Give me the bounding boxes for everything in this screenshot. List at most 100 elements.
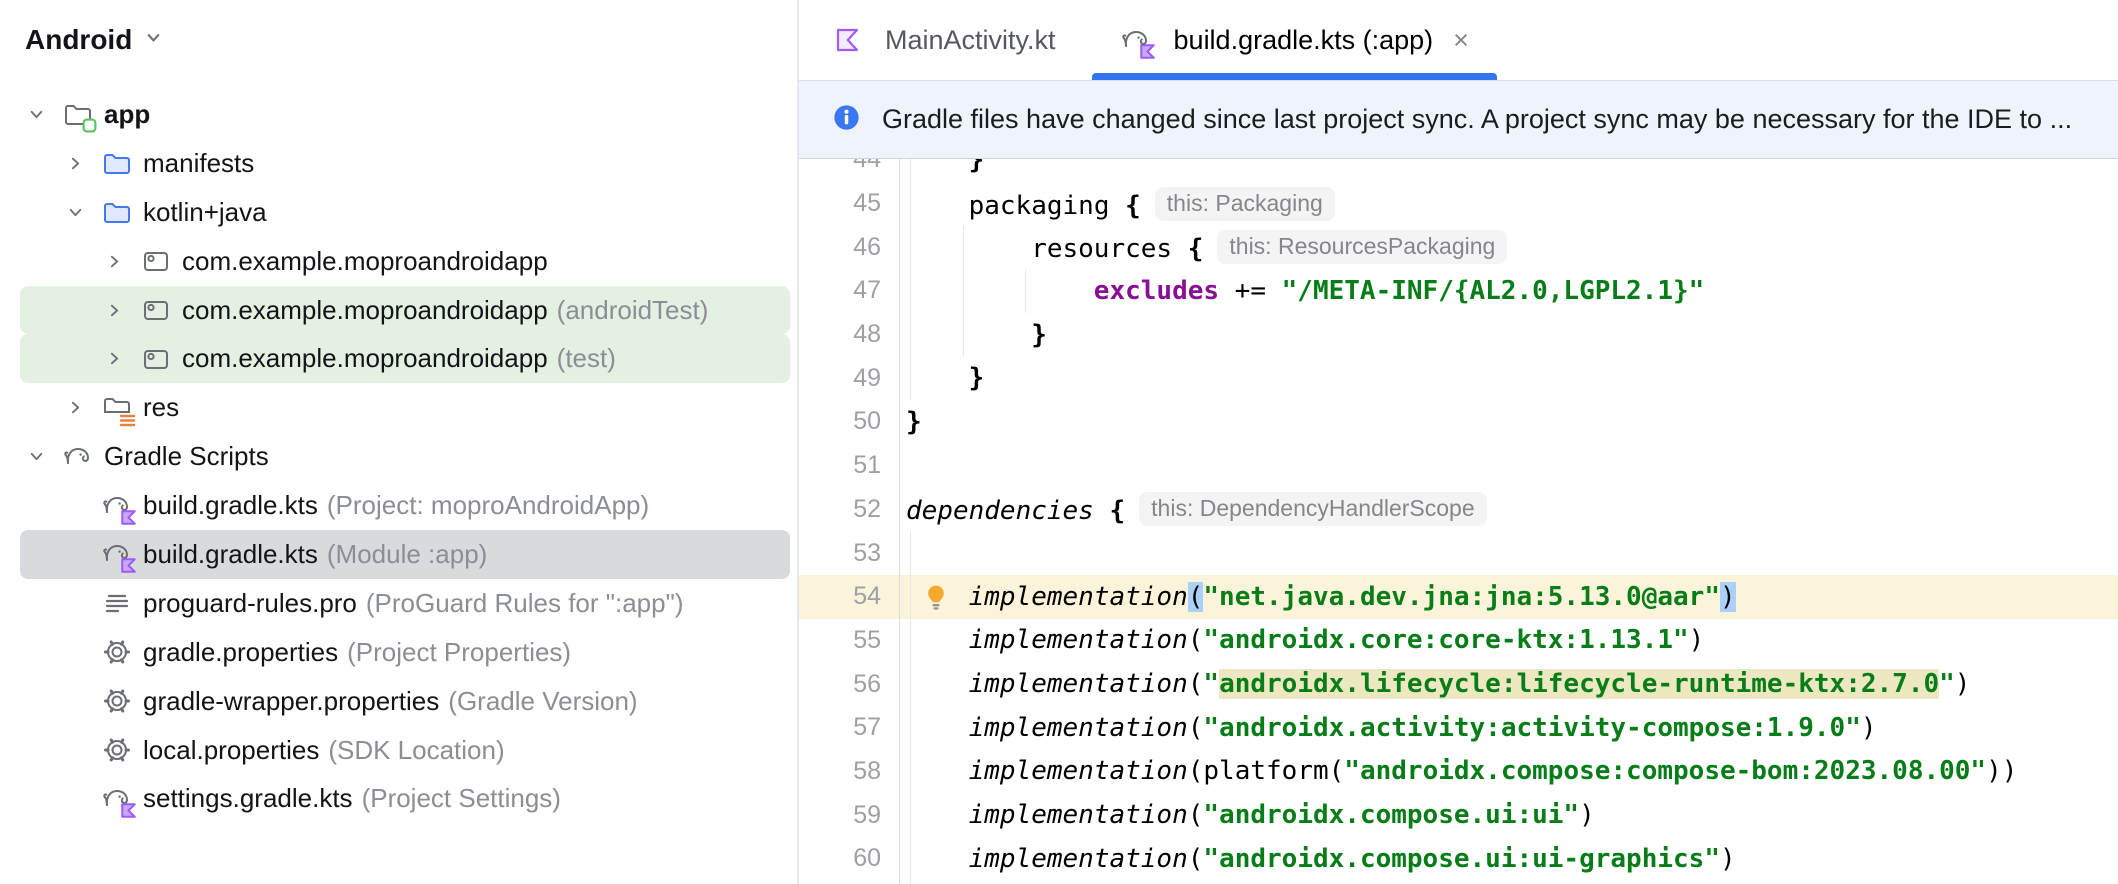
code-text: implementation(platform("androidx.compos…	[899, 756, 2018, 787]
tree-item-label: app	[104, 98, 151, 129]
chevron-right-icon[interactable]	[67, 155, 101, 172]
editor-tab-mainactivity-kt[interactable]: MainActivity.kt	[799, 0, 1088, 80]
gradle-icon	[62, 441, 94, 473]
code-token: implementation	[968, 581, 1188, 612]
chevron-down-icon[interactable]	[28, 106, 62, 123]
code-text: implementation("androidx.activity:activi…	[899, 713, 1877, 743]
code-line-51[interactable]: 51	[799, 444, 2118, 488]
code-line-55[interactable]: 55 implementation("androidx.core:core-ktx…	[799, 619, 2118, 663]
code-token: )	[1954, 669, 1971, 700]
gutter-separator	[899, 159, 900, 884]
chevron-down-icon[interactable]	[67, 204, 101, 221]
code-token: (platform(	[1187, 756, 1345, 787]
tree-item-gradle-scripts[interactable]: Gradle Scripts	[20, 432, 790, 481]
tree-item-label: build.gradle.kts	[143, 538, 318, 569]
tree-item-local-properties[interactable]: local.properties (SDK Location)	[20, 726, 790, 775]
code-text: }	[899, 363, 985, 394]
code-line-47[interactable]: 47 excludes += "/META-INF/{AL2.0,LGPL2.1}…	[799, 269, 2118, 313]
code-text: implementation("androidx.compose.ui:ui")	[899, 800, 1595, 830]
line-number: 50	[853, 407, 881, 436]
line-number: 49	[853, 363, 881, 392]
line-number: 48	[853, 320, 881, 349]
code-line-60[interactable]: 60 implementation("androidx.compose.ui:ui…	[799, 837, 2118, 881]
code-token: (	[1187, 625, 1204, 656]
code-editor[interactable]: 44} 45 packaging {this: Packaging 46 resourc…	[799, 159, 2118, 884]
tree-item-qualifier: (Project Settings)	[361, 783, 561, 814]
text-file-icon	[101, 587, 133, 619]
gradle-kts-icon	[101, 538, 136, 574]
code-token: implementation	[968, 712, 1188, 743]
code-token: "androidx.compose.ui:ui"	[1203, 800, 1580, 831]
code-text: dependencies {this: DependencyHandlerSco…	[899, 492, 1487, 527]
code-text: }	[899, 320, 1047, 350]
code-text: resources {this: ResourcesPackaging	[899, 230, 1508, 265]
code-token: packaging	[968, 190, 1126, 221]
code-line-57[interactable]: 57 implementation("androidx.activity:acti…	[799, 706, 2118, 750]
code-line-53[interactable]: 53	[799, 531, 2118, 575]
tree-item-qualifier: (SDK Location)	[328, 734, 505, 765]
gradle-kts-icon	[101, 783, 136, 818]
close-icon[interactable]: ×	[1453, 26, 1469, 54]
chevron-down-icon[interactable]	[28, 448, 62, 465]
code-line-56[interactable]: 56 implementation("androidx.lifecycle:lif…	[799, 662, 2118, 706]
banner-text: Gradle files have changed since last pro…	[882, 104, 2073, 134]
tree-item-settings-gradle-kts[interactable]: settings.gradle.kts (Project Settings)	[20, 774, 790, 823]
line-number: 54	[853, 582, 881, 611]
chevron-right-icon[interactable]	[106, 350, 140, 367]
code-line-45[interactable]: 45 packaging {this: Packaging	[799, 182, 2118, 226]
tree-item-manifests[interactable]: manifests	[20, 139, 790, 188]
code-line-58[interactable]: 58 implementation(platform("androidx.comp…	[799, 750, 2118, 794]
tree-item-label: com.example.moproandroidapp	[182, 343, 548, 374]
code-token: "androidx.core:core-ktx:1.13.1"	[1203, 625, 1689, 656]
code-line-44[interactable]: 44}	[799, 159, 2118, 182]
project-panel: Android app manifests kotlin+java com.examp…	[0, 0, 797, 884]
tree-item-com-example-moproandroidapp[interactable]: com.example.moproandroidapp (androidTest)	[20, 285, 790, 335]
gear-icon	[101, 685, 133, 717]
info-icon	[833, 104, 860, 136]
tree-item-label: settings.gradle.kts	[143, 783, 353, 814]
line-number: 55	[853, 625, 881, 654]
code-line-59[interactable]: 59 implementation("androidx.compose.ui:ui…	[799, 793, 2118, 837]
code-text: implementation("androidx.compose.ui:ui-g…	[899, 844, 1736, 874]
chevron-right-icon[interactable]	[67, 399, 101, 416]
tree-item-qualifier: (Project Properties)	[347, 636, 572, 667]
tree-item-kotlin-java[interactable]: kotlin+java	[20, 188, 790, 237]
code-token: "/META-INF/{AL2.0,LGPL2.1}"	[1281, 275, 1705, 306]
code-line-54[interactable]: 54 implementation("net.java.dev.jna:jna:5…	[799, 574, 2118, 619]
tree-item-gradle-wrapper-properties[interactable]: gradle-wrapper.properties (Gradle Version…	[20, 677, 790, 726]
editor-tab-build-gradle-kts-app-[interactable]: build.gradle.kts (:app) ×	[1088, 0, 1501, 80]
code-line-50[interactable]: 50}	[799, 400, 2118, 444]
line-number: 57	[853, 713, 881, 742]
code-text: packaging { this: Packaging	[899, 186, 1335, 221]
tree-item-com-example-moproandroidapp[interactable]: com.example.moproandroidapp (test)	[20, 334, 790, 384]
code-token: implementation	[968, 625, 1188, 656]
active-tab-underline	[1091, 73, 1497, 80]
tree-item-label: gradle-wrapper.properties	[143, 685, 440, 716]
code-token: {	[1125, 190, 1141, 221]
code-line-48[interactable]: 48}	[799, 313, 2118, 357]
tree-item-build-gradle-kts[interactable]: build.gradle.kts (Module :app)	[20, 530, 790, 579]
tree-item-build-gradle-kts[interactable]: build.gradle.kts (Project: moproAndroidAp…	[20, 481, 790, 530]
code-token: }	[968, 363, 985, 394]
tree-item-qualifier: (Gradle Version)	[448, 685, 638, 716]
tree-item-app[interactable]: app	[20, 90, 790, 139]
project-view-selector[interactable]: Android	[25, 24, 163, 56]
android-studio-window: Android app manifests kotlin+java com.examp…	[0, 0, 2118, 884]
inlay-hint-chip: this: Packaging	[1154, 186, 1335, 221]
chevron-right-icon[interactable]	[106, 253, 140, 270]
tree-item-proguard-rules-pro[interactable]: proguard-rules.pro (ProGuard Rules for ":…	[20, 579, 790, 628]
code-line-46[interactable]: 46 resources {this: ResourcesPackaging	[799, 225, 2118, 269]
tree-item-gradle-properties[interactable]: gradle.properties (Project Properties)	[20, 628, 790, 677]
code-token: (	[1187, 843, 1204, 874]
tree-item-com-example-moproandroidapp[interactable]: com.example.moproandroidapp	[20, 237, 790, 286]
project-tree: app manifests kotlin+java com.example.mopro…	[0, 90, 797, 823]
code-line-52[interactable]: 52 dependencies {this: DependencyHandlerS…	[799, 488, 2118, 532]
code-token: "androidx.activity:activity-compose:1.9.…	[1203, 712, 1861, 743]
code-token: excludes	[1093, 275, 1220, 306]
chevron-right-icon[interactable]	[106, 302, 140, 319]
code-line-49[interactable]: 49}	[799, 356, 2118, 400]
code-text: implementation("androidx.lifecycle:lifec…	[899, 669, 1971, 700]
line-number: 52	[853, 494, 881, 523]
tree-item-res[interactable]: res	[20, 383, 790, 432]
editor-tab-label: build.gradle.kts (:app)	[1173, 24, 1434, 55]
